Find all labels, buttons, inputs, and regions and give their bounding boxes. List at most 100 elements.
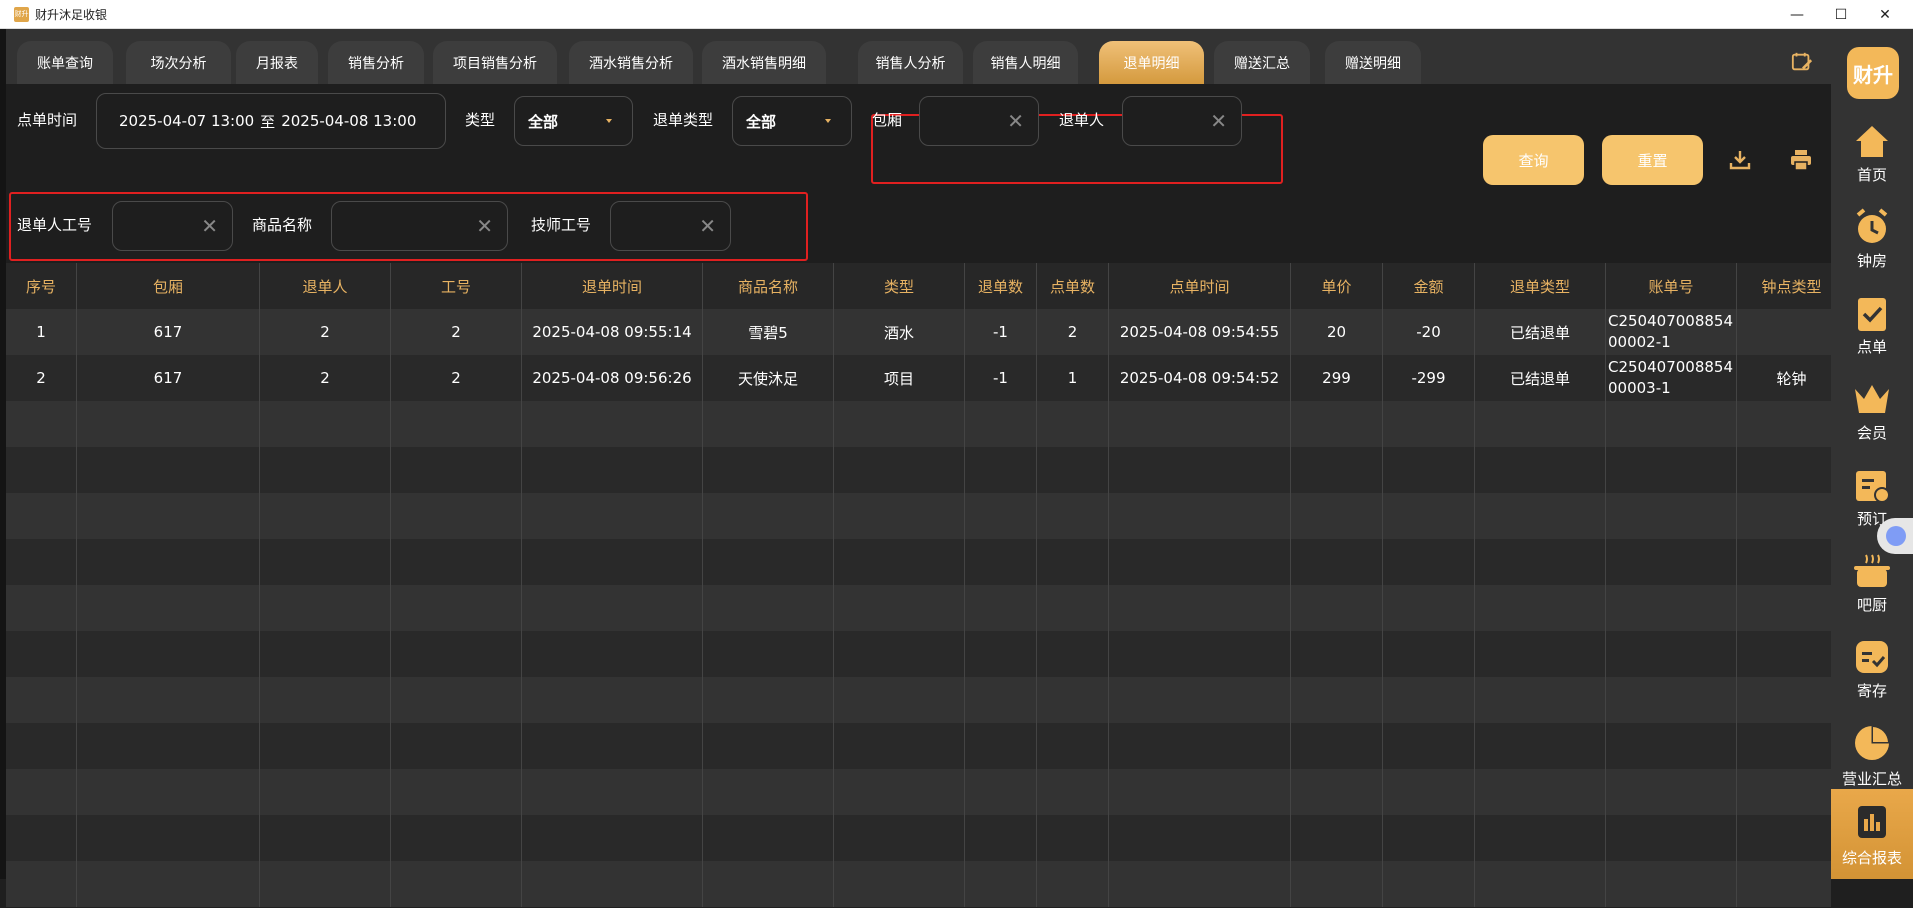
column-header[interactable]: 点单数 bbox=[1037, 263, 1109, 309]
table-cell bbox=[391, 493, 522, 539]
storage-box-icon bbox=[1856, 641, 1888, 673]
download-icon[interactable] bbox=[1728, 148, 1752, 172]
minimize-button[interactable]: — bbox=[1775, 0, 1819, 29]
tech-id-label: 技师工号 bbox=[531, 216, 592, 234]
table-cell bbox=[965, 861, 1037, 907]
order-time-label: 点单时间 bbox=[17, 111, 78, 129]
brand-logo: 财升 bbox=[1847, 47, 1899, 99]
refunder-id-label: 退单人工号 bbox=[17, 216, 93, 234]
column-header[interactable]: 退单时间 bbox=[522, 263, 703, 309]
table-cell bbox=[834, 585, 965, 631]
table-cell bbox=[965, 585, 1037, 631]
sidebar-item-reports[interactable]: 综合报表 bbox=[1831, 789, 1913, 879]
refunder-id-input[interactable]: ✕ bbox=[112, 201, 233, 251]
tab-salesperson-detail[interactable]: 销售人明细 bbox=[973, 41, 1078, 84]
tab-drinks-sales-analysis[interactable]: 酒水销售分析 bbox=[569, 41, 693, 84]
table-cell bbox=[391, 631, 522, 677]
table-cell bbox=[6, 539, 77, 585]
table-cell: 天使沐足 bbox=[703, 355, 834, 401]
table-cell: 2 bbox=[260, 355, 391, 401]
assistant-float-button[interactable] bbox=[1877, 518, 1913, 554]
tech-id-input[interactable]: ✕ bbox=[610, 201, 731, 251]
table-cell bbox=[6, 585, 77, 631]
sidebar-item-order[interactable]: 点单 bbox=[1831, 293, 1913, 379]
table-cell bbox=[1606, 861, 1737, 907]
printer-icon[interactable] bbox=[1789, 148, 1813, 172]
calendar-edit-icon[interactable] bbox=[1791, 51, 1813, 73]
cooking-pot-icon bbox=[1854, 554, 1890, 587]
column-header[interactable]: 序号 bbox=[6, 263, 77, 309]
table-cell bbox=[1737, 861, 1831, 907]
tab-item-sales-analysis[interactable]: 项目销售分析 bbox=[433, 41, 557, 84]
type-label: 类型 bbox=[465, 111, 496, 129]
clear-icon[interactable]: ✕ bbox=[1210, 111, 1227, 131]
window-title: 财升沐足收银 bbox=[35, 7, 108, 22]
column-header[interactable]: 商品名称 bbox=[703, 263, 834, 309]
tab-session-analysis[interactable]: 场次分析 bbox=[126, 41, 231, 84]
column-header[interactable]: 包厢 bbox=[77, 263, 260, 309]
refund-type-select[interactable]: 全部 bbox=[732, 96, 852, 146]
empty-table-row bbox=[6, 401, 1831, 447]
clipboard-check-icon bbox=[1858, 298, 1886, 331]
column-header[interactable]: 类型 bbox=[834, 263, 965, 309]
sidebar-item-member[interactable]: 会员 bbox=[1831, 379, 1913, 465]
table-cell bbox=[6, 631, 77, 677]
table-cell bbox=[1606, 493, 1737, 539]
maximize-button[interactable]: ☐ bbox=[1819, 0, 1863, 29]
tab-bill-query[interactable]: 账单查询 bbox=[17, 41, 113, 84]
clear-icon[interactable]: ✕ bbox=[476, 216, 493, 236]
column-header[interactable]: 金额 bbox=[1383, 263, 1475, 309]
tab-drinks-sales-detail[interactable]: 酒水销售明细 bbox=[702, 41, 826, 84]
table-cell bbox=[1291, 631, 1383, 677]
table-cell bbox=[522, 401, 703, 447]
table-cell bbox=[6, 677, 77, 723]
column-header[interactable]: 工号 bbox=[391, 263, 522, 309]
table-cell bbox=[77, 539, 260, 585]
table-cell bbox=[1037, 723, 1109, 769]
table-cell bbox=[77, 769, 260, 815]
sidebar-item-storage[interactable]: 寄存 bbox=[1831, 637, 1913, 723]
column-header[interactable]: 退单数 bbox=[965, 263, 1037, 309]
column-header[interactable]: 退单类型 bbox=[1475, 263, 1606, 309]
table-cell bbox=[260, 677, 391, 723]
tab-sales-analysis[interactable]: 销售分析 bbox=[328, 41, 424, 84]
column-header[interactable]: 钟点类型 bbox=[1737, 263, 1831, 309]
refunder-input[interactable]: ✕ bbox=[1122, 96, 1242, 146]
date-separator: 至 bbox=[260, 112, 276, 131]
table-row[interactable]: 2 617 2 2 2025-04-08 09:56:26 天使沐足 项目 -1 1 2025-0… bbox=[6, 355, 1831, 401]
sidebar-item-clock-room[interactable]: 钟房 bbox=[1831, 207, 1913, 293]
tab-monthly-report[interactable]: 月报表 bbox=[236, 41, 318, 84]
table-cell bbox=[260, 861, 391, 907]
table-cell bbox=[1475, 769, 1606, 815]
tab-gift-detail[interactable]: 赠送明细 bbox=[1325, 41, 1421, 84]
pie-chart-icon bbox=[1855, 725, 1890, 760]
product-name-input[interactable]: ✕ bbox=[331, 201, 508, 251]
query-button[interactable]: 查询 bbox=[1483, 135, 1584, 185]
table-row[interactable]: 1 617 2 2 2025-04-08 09:55:14 雪碧5 酒水 -1 2 2025-04… bbox=[6, 309, 1831, 355]
tab-salesperson-analysis[interactable]: 销售人分析 bbox=[858, 41, 963, 84]
sidebar-item-kitchen[interactable]: 吧厨 bbox=[1831, 551, 1913, 637]
clear-icon[interactable]: ✕ bbox=[201, 216, 218, 236]
column-header[interactable]: 账单号 bbox=[1606, 263, 1737, 309]
room-input[interactable]: ✕ bbox=[919, 96, 1039, 146]
table-cell bbox=[1737, 447, 1831, 493]
home-icon bbox=[1856, 126, 1888, 157]
column-header[interactable]: 单价 bbox=[1291, 263, 1383, 309]
close-button[interactable]: ✕ bbox=[1863, 0, 1907, 29]
table-cell bbox=[77, 631, 260, 677]
clear-icon[interactable]: ✕ bbox=[1007, 111, 1024, 131]
column-header[interactable]: 点单时间 bbox=[1109, 263, 1291, 309]
sidebar-item-label: 综合报表 bbox=[1841, 849, 1902, 867]
table-cell bbox=[1383, 401, 1475, 447]
reset-button[interactable]: 重置 bbox=[1602, 135, 1703, 185]
sidebar-item-home[interactable]: 首页 bbox=[1831, 121, 1913, 207]
date-range-picker[interactable]: 2025-04-07 13:00 至 2025-04-08 13:00 bbox=[96, 93, 446, 149]
type-select[interactable]: 全部 bbox=[514, 96, 633, 146]
column-header[interactable]: 退单人 bbox=[260, 263, 391, 309]
table-cell: 299 bbox=[1291, 355, 1383, 401]
table-cell bbox=[6, 401, 77, 447]
tab-gift-summary[interactable]: 赠送汇总 bbox=[1214, 41, 1310, 84]
clear-icon[interactable]: ✕ bbox=[699, 216, 716, 236]
chevron-down-icon bbox=[825, 119, 831, 123]
tab-refund-detail[interactable]: 退单明细 bbox=[1099, 41, 1204, 84]
